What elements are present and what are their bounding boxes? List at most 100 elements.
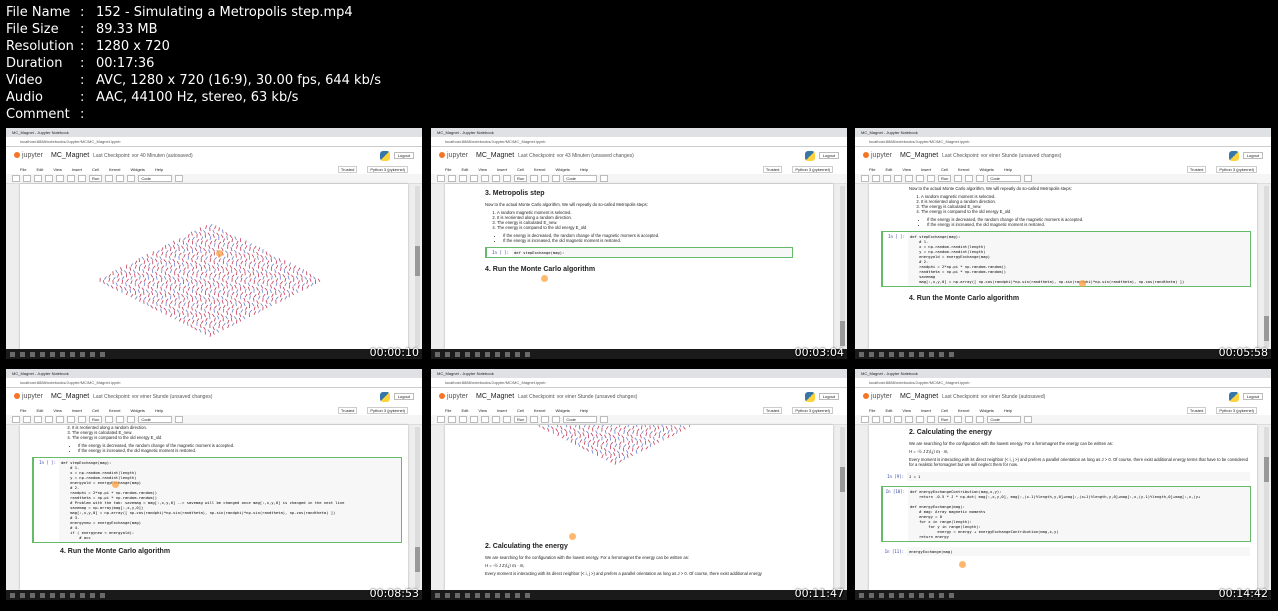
paste-icon[interactable] — [481, 416, 489, 423]
cell-type-select[interactable]: Code — [138, 175, 173, 182]
fast-forward-icon[interactable] — [976, 416, 985, 423]
add-cell-icon[interactable] — [872, 175, 880, 182]
folder-icon[interactable] — [929, 592, 934, 598]
terminal-icon[interactable] — [90, 592, 95, 598]
browser-icon[interactable] — [475, 351, 480, 357]
browser-tab[interactable]: MC_Magnet - Jupyter Notebook — [6, 128, 422, 137]
move-up-icon[interactable] — [916, 175, 924, 182]
keyboard-icon[interactable] — [600, 175, 609, 182]
menu-item-cell[interactable]: Cell — [941, 408, 948, 413]
folder-icon[interactable] — [929, 351, 934, 357]
menu-item-view[interactable]: View — [902, 167, 911, 172]
restart-icon[interactable] — [965, 416, 974, 423]
run-button[interactable]: Run — [89, 416, 103, 423]
browser-icon[interactable] — [899, 592, 904, 598]
jupyter-logo[interactable]: jupyter — [14, 393, 43, 400]
app-icon[interactable] — [70, 592, 75, 598]
run-button[interactable]: Run — [938, 175, 952, 182]
code-cell[interactable]: In [ ]: def stepExchange(mag): — [485, 247, 793, 258]
browser-tab[interactable]: MC_Magnet - Jupyter Notebook — [431, 369, 847, 378]
spotify-icon[interactable] — [909, 351, 914, 357]
spotify-icon[interactable] — [909, 592, 914, 598]
trusted-indicator[interactable]: Trusted — [337, 165, 358, 173]
code-cell[interactable]: In [11]: energyExchange(mag) — [881, 546, 1251, 557]
move-up-icon[interactable] — [916, 416, 924, 423]
windows-icon[interactable] — [10, 351, 15, 357]
app-icon[interactable] — [70, 351, 75, 357]
move-down-icon[interactable] — [78, 175, 86, 182]
menu-item-edit[interactable]: Edit — [36, 408, 43, 413]
windows-icon[interactable] — [859, 351, 864, 357]
menu-item-widgets[interactable]: Widgets — [130, 167, 144, 172]
menu-item-cell[interactable]: Cell — [517, 167, 524, 172]
spotify-icon[interactable] — [485, 351, 490, 357]
app-icon[interactable] — [100, 592, 105, 598]
menu-item-help[interactable]: Help — [155, 408, 163, 413]
menu-item-widgets[interactable]: Widgets — [555, 408, 569, 413]
menu-item-edit[interactable]: Edit — [36, 167, 43, 172]
browser-tab[interactable]: MC_Magnet - Jupyter Notebook — [855, 369, 1271, 378]
menu-item-insert[interactable]: Insert — [497, 408, 507, 413]
menu-item-insert[interactable]: Insert — [497, 167, 507, 172]
code-editor[interactable]: def energyExchangeContribution(mag,x,y):… — [908, 487, 1250, 541]
scrollbar[interactable] — [415, 186, 420, 347]
stop-icon[interactable] — [105, 416, 114, 423]
scrollbar[interactable] — [840, 186, 845, 347]
terminal-icon[interactable] — [939, 351, 944, 357]
cell-type-select[interactable]: Code — [563, 416, 598, 423]
move-up-icon[interactable] — [492, 175, 500, 182]
move-up-icon[interactable] — [67, 175, 75, 182]
menu-item-edit[interactable]: Edit — [461, 167, 468, 172]
stop-icon[interactable] — [105, 175, 114, 182]
menu-item-insert[interactable]: Insert — [921, 167, 931, 172]
run-button[interactable]: Run — [89, 175, 103, 182]
address-bar[interactable]: localhost:8888/notebooks/Jupyter/MC/MC_M… — [431, 378, 847, 388]
browser-tab[interactable]: MC_Magnet - Jupyter Notebook — [855, 128, 1271, 137]
menu-item-cell[interactable]: Cell — [941, 167, 948, 172]
app-icon[interactable] — [919, 592, 924, 598]
trusted-indicator[interactable]: Trusted — [762, 406, 783, 414]
windows-icon[interactable] — [435, 592, 440, 598]
menu-item-kernel[interactable]: Kernel — [109, 167, 121, 172]
menu-item-help[interactable]: Help — [1004, 408, 1012, 413]
logout-button[interactable]: Logout — [1242, 152, 1263, 159]
restart-icon[interactable] — [965, 175, 974, 182]
cell-type-select[interactable]: Code — [987, 175, 1022, 182]
spotify-icon[interactable] — [60, 351, 65, 357]
copy-icon[interactable] — [45, 175, 53, 182]
run-button[interactable]: Run — [514, 416, 528, 423]
app-icon[interactable] — [495, 351, 500, 357]
menu-item-widgets[interactable]: Widgets — [979, 408, 993, 413]
menu-item-insert[interactable]: Insert — [72, 167, 82, 172]
stop-icon[interactable] — [954, 175, 963, 182]
address-bar[interactable]: localhost:8888/notebooks/Jupyter/MC/MC_M… — [855, 137, 1271, 147]
spotify-icon[interactable] — [60, 592, 65, 598]
browser-icon[interactable] — [475, 592, 480, 598]
windows-icon[interactable] — [10, 592, 15, 598]
save-icon[interactable] — [12, 416, 20, 423]
menu-item-cell[interactable]: Cell — [92, 408, 99, 413]
move-up-icon[interactable] — [67, 416, 75, 423]
trusted-indicator[interactable]: Trusted — [1186, 165, 1207, 173]
task-view-icon[interactable] — [879, 592, 884, 598]
menu-item-kernel[interactable]: Kernel — [109, 408, 121, 413]
code-cell[interactable]: In [10]: def energyExchangeContribution(… — [881, 486, 1251, 542]
scrollbar[interactable] — [840, 427, 845, 588]
notebook-name[interactable]: MC_Magnet — [476, 393, 514, 400]
cut-icon[interactable] — [34, 416, 42, 423]
address-bar[interactable]: localhost:8888/notebooks/Jupyter/MC/MC_M… — [431, 137, 847, 147]
menu-item-help[interactable]: Help — [580, 167, 588, 172]
app-icon[interactable] — [525, 592, 530, 598]
paste-icon[interactable] — [905, 175, 913, 182]
menu-item-file[interactable]: File — [445, 167, 451, 172]
stop-icon[interactable] — [954, 416, 963, 423]
menu-item-file[interactable]: File — [869, 408, 875, 413]
menu-item-widgets[interactable]: Widgets — [130, 408, 144, 413]
restart-icon[interactable] — [116, 175, 125, 182]
keyboard-icon[interactable] — [175, 175, 184, 182]
cell-type-select[interactable]: Code — [987, 416, 1022, 423]
cut-icon[interactable] — [459, 416, 467, 423]
cell-type-select[interactable]: Code — [138, 416, 173, 423]
notebook-name[interactable]: MC_Magnet — [900, 393, 938, 400]
address-bar[interactable]: localhost:8888/notebooks/Jupyter/MC/MC_M… — [6, 378, 422, 388]
